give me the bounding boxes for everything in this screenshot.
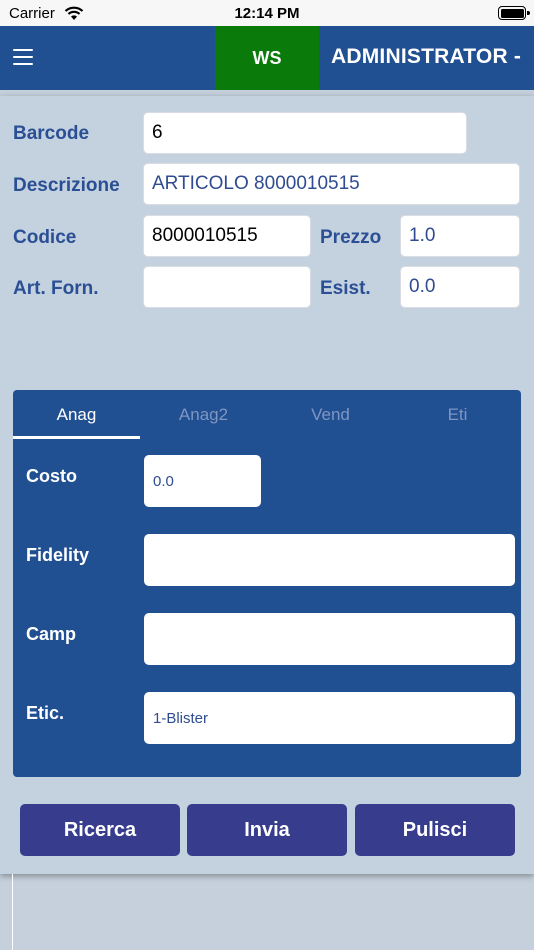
fidelity-label: Fidelity xyxy=(26,545,90,565)
art-forn-label: Art. Forn. xyxy=(13,278,99,299)
nav-user-title: ADMINISTRATOR - xyxy=(331,45,522,68)
codice-label: Codice xyxy=(13,227,77,248)
camp-input[interactable] xyxy=(144,613,515,665)
ricerca-button[interactable]: Ricerca xyxy=(20,804,180,856)
article-card: Barcode 6 Descrizione ARTICOLO 800001051… xyxy=(0,96,534,874)
pulisci-button[interactable]: Pulisci xyxy=(355,804,515,856)
nav-bar: WS ADMINISTRATOR - xyxy=(0,26,534,90)
etic-input[interactable]: 1-Blister xyxy=(144,692,515,744)
descrizione-label: Descrizione xyxy=(13,175,120,196)
tab-eti[interactable]: Eti xyxy=(394,390,521,440)
menu-icon[interactable] xyxy=(13,49,33,66)
status-bar: Carrier 12:14 PM xyxy=(0,0,534,26)
status-time: 12:14 PM xyxy=(234,5,300,22)
etic-label: Etic. xyxy=(26,703,65,723)
barcode-input[interactable]: 6 xyxy=(143,112,467,154)
costo-label: Costo xyxy=(26,466,77,486)
esist-input[interactable]: 0.0 xyxy=(400,266,520,308)
costo-input[interactable]: 0.0 xyxy=(144,455,261,507)
barcode-label: Barcode xyxy=(13,123,90,144)
divider xyxy=(12,874,13,950)
tab-anag[interactable]: Anag xyxy=(13,390,140,440)
camp-label: Camp xyxy=(26,624,77,644)
invia-button[interactable]: Invia xyxy=(187,804,347,856)
tab-anag2[interactable]: Anag2 xyxy=(140,390,267,440)
prezzo-label: Prezzo xyxy=(320,227,382,248)
descrizione-input[interactable]: ARTICOLO 8000010515 xyxy=(143,163,520,205)
codice-input[interactable]: 8000010515 xyxy=(143,215,311,257)
prezzo-input[interactable]: 1.0 xyxy=(400,215,520,257)
active-tab-indicator xyxy=(13,436,140,439)
fidelity-input[interactable] xyxy=(144,534,515,586)
battery-icon xyxy=(498,6,530,20)
workstation-badge[interactable]: WS xyxy=(215,26,319,90)
tab-panel: Anag Anag2 Vend Eti Costo 0.0 Fidelity C… xyxy=(13,390,521,777)
tab-vend[interactable]: Vend xyxy=(267,390,394,440)
art-forn-input[interactable] xyxy=(143,266,311,308)
esist-label: Esist. xyxy=(320,278,371,299)
